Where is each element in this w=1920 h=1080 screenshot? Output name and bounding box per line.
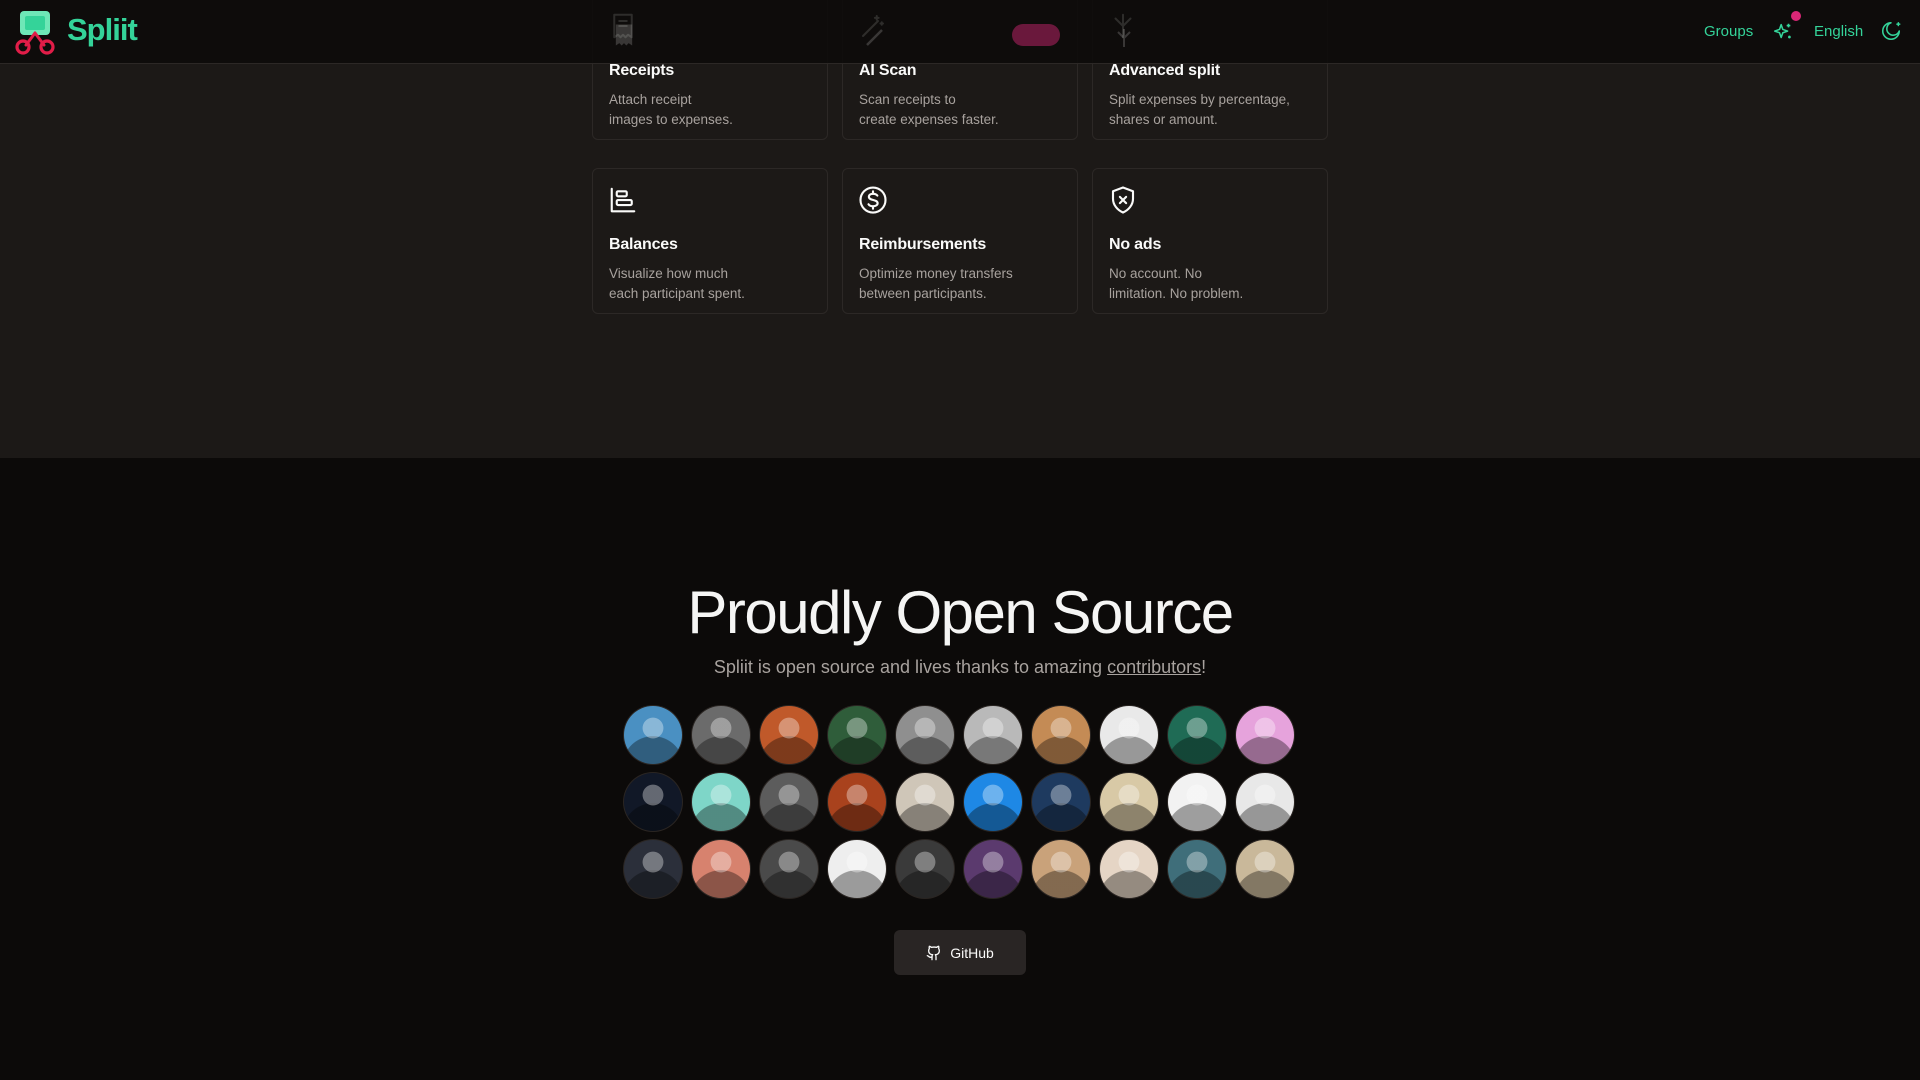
contributor-avatar[interactable]	[760, 840, 818, 898]
feature-title: Reimbursements	[859, 236, 987, 253]
contributor-avatar[interactable]	[964, 706, 1022, 764]
feature-card-no-ads: No ads No account. No limitation. No prob…	[1092, 168, 1328, 314]
feature-title: No ads	[1109, 236, 1162, 253]
feature-card-balances: Balances Visualize how much each particip…	[592, 168, 828, 314]
contributor-avatar[interactable]	[1236, 706, 1294, 764]
contributor-avatar[interactable]	[692, 773, 750, 831]
ghost-new-badge	[1012, 24, 1060, 46]
contributor-avatar[interactable]	[1236, 773, 1294, 831]
sparkles-icon[interactable]	[1772, 21, 1794, 43]
feature-description: Visualize how much each participant spent…	[609, 266, 745, 301]
github-button-label: GitHub	[950, 944, 994, 961]
ghost-receipt-icon	[615, 24, 633, 46]
contributor-avatar[interactable]	[828, 773, 886, 831]
balance-chart-icon	[610, 187, 636, 213]
contributor-avatar[interactable]	[760, 706, 818, 764]
contributor-avatar[interactable]	[692, 706, 750, 764]
shield-x-icon	[1111, 186, 1135, 214]
feature-title: AI Scan	[859, 62, 917, 79]
dollar-circle-icon	[859, 186, 887, 214]
nav-groups-link[interactable]: Groups	[1704, 23, 1753, 40]
top-navbar: Spliit Groups English	[0, 0, 1920, 64]
feature-description: Scan receipts to create expenses faster.	[859, 92, 999, 127]
ghost-wand-icon	[866, 29, 883, 46]
feature-title: Receipts	[609, 62, 675, 79]
github-icon	[926, 945, 941, 960]
feature-description: Optimize money transfers between particip…	[859, 266, 1013, 301]
spliit-logo-icon[interactable]	[12, 9, 58, 55]
contributor-avatar[interactable]	[1032, 706, 1090, 764]
github-button[interactable]: GitHub	[894, 930, 1026, 975]
contributor-avatar[interactable]	[964, 840, 1022, 898]
brand-name[interactable]: Spliit	[67, 12, 138, 48]
feature-title: Advanced split	[1109, 62, 1221, 79]
contributor-avatar[interactable]	[1236, 840, 1294, 898]
feature-description: Attach receipt images to expenses.	[609, 92, 733, 127]
contributor-avatar[interactable]	[828, 706, 886, 764]
contributor-avatar[interactable]	[896, 840, 954, 898]
theme-toggle-icon[interactable]	[1880, 20, 1902, 42]
open-source-title: Proudly Open Source	[687, 579, 1234, 646]
contributor-avatar[interactable]	[1100, 773, 1158, 831]
contributor-avatar[interactable]	[692, 840, 750, 898]
contributors-avatars	[624, 706, 1304, 902]
contributor-avatar[interactable]	[1100, 706, 1158, 764]
contributor-avatar[interactable]	[1168, 773, 1226, 831]
contributor-avatar[interactable]	[828, 840, 886, 898]
contributor-avatar[interactable]	[760, 773, 818, 831]
feature-card-reimbursements: Reimbursements Optimize money transfers b…	[842, 168, 1078, 314]
contributor-avatar[interactable]	[964, 773, 1022, 831]
contributors-link[interactable]: contributors	[1107, 657, 1201, 677]
contributor-avatar[interactable]	[896, 773, 954, 831]
contributor-avatar[interactable]	[624, 706, 682, 764]
features-section: Receipts Attach receipt images to expense…	[0, 0, 1920, 458]
contributor-avatar[interactable]	[624, 773, 682, 831]
contributor-avatar[interactable]	[624, 840, 682, 898]
feature-description: No account. No limitation. No problem.	[1109, 266, 1244, 301]
notification-dot	[1791, 11, 1801, 21]
contributor-avatar[interactable]	[1032, 773, 1090, 831]
contributor-avatar[interactable]	[1168, 840, 1226, 898]
language-selector[interactable]: English	[1814, 23, 1863, 40]
open-source-subtitle: Spliit is open source and lives thanks t…	[713, 657, 1207, 677]
contributor-avatar[interactable]	[1168, 706, 1226, 764]
contributor-avatar[interactable]	[896, 706, 954, 764]
contributor-avatar[interactable]	[1032, 840, 1090, 898]
feature-title: Balances	[609, 236, 678, 253]
feature-description: Split expenses by percentage, shares or a…	[1109, 92, 1290, 127]
contributor-avatar[interactable]	[1100, 840, 1158, 898]
ghost-split-icon	[1117, 29, 1131, 47]
